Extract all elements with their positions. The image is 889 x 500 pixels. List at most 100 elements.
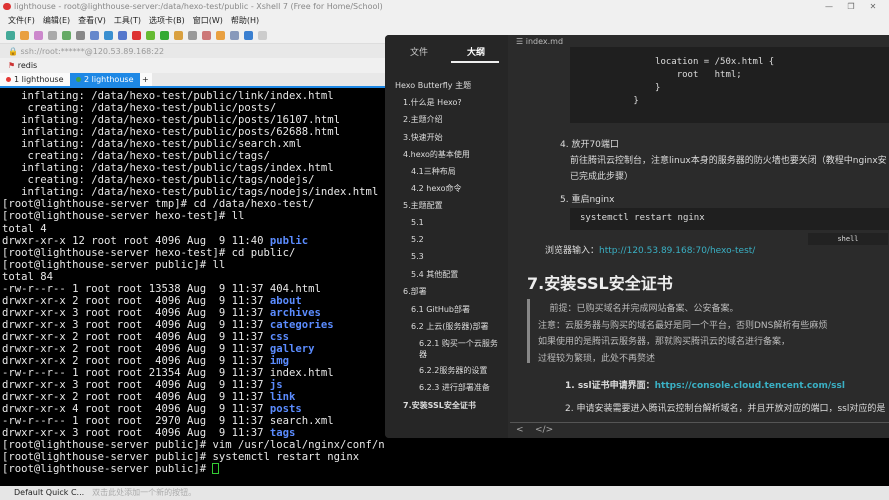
maximize-button[interactable]: ❐ [841, 0, 861, 13]
outline-item[interactable]: 3.快速开始 [403, 132, 443, 143]
terminal-line: drwxr-xr-x 2 root root 4096 Aug 9 11:37 … [2, 391, 296, 404]
outline-item[interactable]: 4.1三种布局 [411, 166, 456, 177]
terminal-line: creating: /data/hexo-test/public/tags/ [2, 150, 270, 163]
outline-item[interactable]: 5.1 [411, 218, 424, 227]
outline-item[interactable]: 6.2.3 进行部署准备 [419, 382, 499, 393]
link-redis[interactable]: redis [18, 61, 38, 70]
code-block-nginx[interactable]: location = /50x.html { root html; } } [570, 47, 889, 123]
directory-name: js [269, 379, 283, 392]
outline-item[interactable]: 7.安装SSL安全证书 [403, 400, 476, 411]
document-area[interactable]: ☰ index.md location = /50x.html { root h… [510, 35, 889, 438]
outline-item[interactable]: 5.主题配置 [403, 200, 443, 211]
toolbar-button-icon[interactable] [258, 31, 267, 40]
outline-item[interactable]: 6.部署 [403, 286, 427, 297]
new-tab-button[interactable]: + [140, 73, 152, 86]
active-tab-indicator [451, 61, 499, 63]
back-button[interactable]: < [516, 425, 524, 435]
code-language-label[interactable]: shell [808, 233, 888, 245]
terminal-line: inflating: /data/hexo-test/public/posts/… [2, 114, 341, 127]
terminal-line: drwxr-xr-x 3 root root 4096 Aug 9 11:37 … [2, 427, 296, 440]
terminal-line: [root@lighthouse-server public]# systemc… [2, 451, 360, 464]
terminal-line: [root@lighthouse-server public]# vim /us… [2, 439, 385, 452]
ssl-console-link[interactable]: https://console.cloud.tencent.com/ssl [655, 381, 845, 391]
step-5-heading: 5. 重启nginx [560, 195, 615, 205]
outline-item[interactable]: 5.3 [411, 252, 424, 261]
terminal-line: drwxr-xr-x 2 root root 4096 Aug 9 11:37 … [2, 330, 290, 343]
outline-item[interactable]: 2.主题介绍 [403, 114, 443, 125]
menu-item[interactable]: 窗口(W) [193, 13, 223, 28]
terminal-line: drwxr-xr-x 3 root root 4096 Aug 9 11:37 … [2, 379, 283, 392]
blockquote-line: 过程较为繁琐，此处不再赘述 [538, 353, 656, 364]
ssl-step-2: 2. 申请安装需要进入腾讯云控制台解析域名，并且开放对应的端口，ssl对应的是 [565, 404, 886, 414]
toolbar-button-icon[interactable] [174, 31, 183, 40]
toolbar-button-icon[interactable] [244, 31, 253, 40]
terminal-line: -rw-r--r-- 1 root root 21354 Aug 9 11:37… [2, 367, 334, 380]
session-tab[interactable]: 2 lighthouse [70, 73, 140, 86]
minimize-button[interactable]: — [819, 0, 839, 13]
toolbar-button-icon[interactable] [230, 31, 239, 40]
toolbar-button-icon[interactable] [48, 31, 57, 40]
toolbar-button-icon[interactable] [188, 31, 197, 40]
terminal-line: drwxr-xr-x 3 root root 4096 Aug 9 11:37 … [2, 306, 321, 319]
file-name: ☰ index.md [516, 37, 564, 46]
terminal-line: total 84 [2, 270, 54, 283]
file-name-text: index.md [525, 37, 564, 46]
session-tab[interactable]: 1 lighthouse [0, 73, 70, 86]
outline-item[interactable]: 1.什么是 Hexo? [403, 97, 462, 108]
directory-name: gallery [269, 342, 315, 355]
close-button[interactable]: ✕ [863, 0, 883, 13]
toolbar-button-icon[interactable] [34, 31, 43, 40]
directory-name: posts [269, 403, 302, 416]
menu-item[interactable]: 编辑(E) [43, 13, 70, 28]
outline-item[interactable]: 6.2.1 购买一个云服务器 [419, 338, 499, 360]
directory-name: public [269, 234, 309, 247]
blockquote-bar [527, 299, 530, 363]
outline-item[interactable]: 5.2 [411, 235, 424, 244]
terminal-line: inflating: /data/hexo-test/public/posts/… [2, 126, 341, 139]
tab-files[interactable]: 文件 [410, 45, 428, 58]
typora-window: 文件 大纲 Hexo Butterfly 主题 1.什么是 Hexo? 2.主题介绍… [385, 35, 889, 438]
outline-item[interactable]: Hexo Butterfly 主题 [395, 80, 471, 91]
tab-outline[interactable]: 大纲 [467, 45, 485, 58]
outline-item[interactable]: 4.hexo的基本使用 [403, 149, 470, 160]
tab-label: 2 lighthouse [84, 75, 134, 84]
outline-item[interactable]: 6.1 GitHub部署 [411, 304, 470, 315]
toolbar-button-icon[interactable] [160, 31, 169, 40]
terminal-line: inflating: /data/hexo-test/public/tags/n… [2, 186, 379, 199]
toolbar-button-icon[interactable] [118, 31, 127, 40]
toolbar-button-icon[interactable] [216, 31, 225, 40]
toolbar-button-icon[interactable] [202, 31, 211, 40]
terminal-line: -rw-r--r-- 1 root root 2970 Aug 9 11:37 … [2, 415, 334, 428]
outline-item[interactable]: 6.2.2服务器的设置 [419, 365, 499, 376]
browser-input-label: 浏览器输入： [545, 246, 600, 256]
outline-item[interactable]: 6.2 上云(服务器)部署 [411, 321, 489, 332]
menu-item[interactable]: 选项卡(B) [149, 13, 185, 28]
source-mode-button[interactable]: </> [535, 425, 553, 435]
menu-bar: 文件(F) 编辑(E) 查看(V) 工具(T) 选项卡(B) 窗口(W) 帮助(H) [0, 13, 889, 28]
blockquote-line: 如果使用的是腾讯云服务器，那就购买腾讯云的域名进行备案， [538, 337, 791, 347]
toolbar-button-icon[interactable] [104, 31, 113, 40]
quick-command-label[interactable]: Default Quick C... [14, 488, 84, 497]
menu-item[interactable]: 帮助(H) [231, 13, 259, 28]
menu-item[interactable]: 查看(V) [78, 13, 106, 28]
menu-item[interactable]: 工具(T) [114, 13, 141, 28]
toolbar-button-icon[interactable] [146, 31, 155, 40]
toolbar-button-icon[interactable] [6, 31, 15, 40]
terminal-line: drwxr-xr-x 2 root root 4096 Aug 9 11:37 … [2, 355, 290, 368]
terminal-line: inflating: /data/hexo-test/public/search… [2, 138, 302, 151]
menu-item[interactable]: 文件(F) [8, 13, 35, 28]
toolbar-button-icon[interactable] [62, 31, 71, 40]
toolbar-button-icon[interactable] [132, 31, 141, 40]
toolbar-button-icon[interactable] [20, 31, 29, 40]
blockquote-line: 注意：云服务器与购买的域名最好是同一个平台，否则DNS解析有些麻烦 [538, 320, 828, 331]
outline-item[interactable]: 5.4 其他配置 [411, 269, 458, 280]
terminal-line: drwxr-xr-x 4 root root 4096 Aug 9 11:37 … [2, 403, 302, 416]
code-block-restart[interactable]: systemctl restart nginx [570, 208, 889, 230]
hexo-test-link[interactable]: http://120.53.89.168:70/hexo-test/ [599, 246, 755, 256]
outline-item[interactable]: 4.2 hexo命令 [411, 183, 462, 194]
toolbar-button-icon[interactable] [76, 31, 85, 40]
terminal-output[interactable]: inflating: /data/hexo-test/public/link/i… [2, 90, 385, 485]
step-4-heading: 4. 放开70端口 [560, 140, 619, 150]
terminal-line: [root@lighthouse-server hexo-test]# ll [2, 210, 245, 223]
toolbar-button-icon[interactable] [90, 31, 99, 40]
